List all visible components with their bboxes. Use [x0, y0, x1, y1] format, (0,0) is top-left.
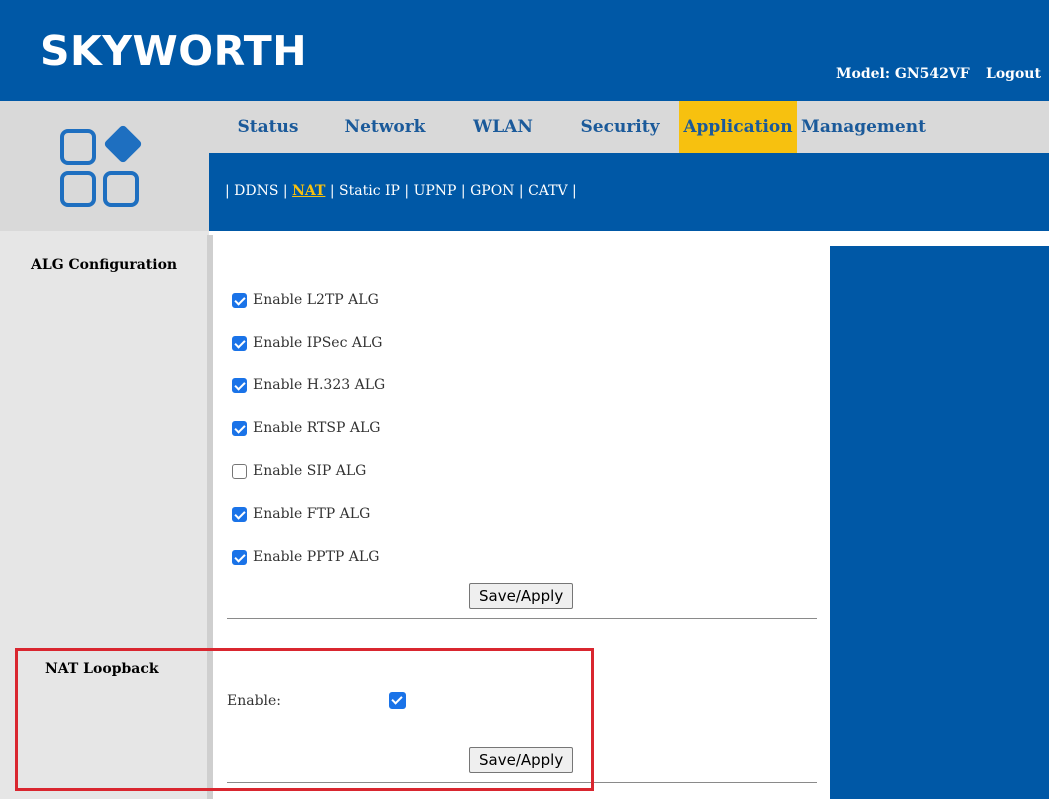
- alg-l2tp-row: Enable L2TP ALG: [232, 290, 379, 310]
- skyworth-logo: SKYWORTH: [40, 27, 308, 75]
- alg-ftp-row: Enable FTP ALG: [232, 504, 370, 524]
- app-grid-icon: [60, 125, 142, 207]
- nav-status[interactable]: Status: [219, 101, 317, 153]
- model-label: Model: GN542VF: [836, 66, 970, 82]
- ftp-alg-label: Enable FTP ALG: [253, 506, 371, 522]
- alg-h323-row: Enable H.323 ALG: [232, 375, 385, 395]
- pptp-alg-label: Enable PPTP ALG: [253, 549, 380, 565]
- nav-wlan[interactable]: WLAN: [454, 101, 552, 153]
- sip-alg-checkbox[interactable]: [232, 463, 247, 479]
- ftp-alg-checkbox[interactable]: [232, 506, 247, 522]
- ipsec-alg-label: Enable IPSec ALG: [253, 335, 383, 351]
- pptp-alg-checkbox[interactable]: [232, 549, 247, 565]
- alg-pptp-row: Enable PPTP ALG: [232, 547, 379, 567]
- header-bar: SKYWORTH Model: GN542VF Logout: [0, 0, 1049, 101]
- rtsp-alg-checkbox[interactable]: [232, 420, 247, 436]
- h323-alg-label: Enable H.323 ALG: [253, 377, 386, 393]
- nav-management[interactable]: Management: [801, 101, 926, 153]
- alg-section-title: ALG Configuration: [31, 257, 178, 273]
- rtsp-alg-label: Enable RTSP ALG: [253, 420, 381, 436]
- highlight-box: [15, 648, 594, 791]
- sip-alg-label: Enable SIP ALG: [253, 463, 367, 479]
- sub-nav: | DDNS | NAT | Static IP | UPNP | GPON |…: [209, 153, 1049, 231]
- alg-sip-row: Enable SIP ALG: [232, 461, 366, 481]
- alg-save-button[interactable]: Save/Apply: [469, 583, 574, 609]
- alg-divider: [227, 618, 817, 619]
- l2tp-alg-checkbox[interactable]: [232, 292, 247, 308]
- subnav-ddns[interactable]: DDNS: [234, 183, 278, 199]
- nav-network[interactable]: Network: [335, 101, 435, 153]
- content-top-strip: [209, 231, 1049, 246]
- subnav-static-ip[interactable]: Static IP: [339, 183, 400, 199]
- main-nav: Status Network WLAN Security Application…: [209, 101, 1049, 153]
- l2tp-alg-label: Enable L2TP ALG: [253, 292, 379, 308]
- logo-area: [0, 101, 209, 231]
- sub-nav-links: | DDNS | NAT | Static IP | UPNP | GPON |…: [225, 183, 577, 199]
- nav-application[interactable]: Application: [679, 101, 797, 153]
- ipsec-alg-checkbox[interactable]: [232, 335, 247, 351]
- subnav-gpon[interactable]: GPON: [470, 183, 514, 199]
- right-sidebar: [830, 246, 1049, 799]
- logout-link[interactable]: Logout: [986, 66, 1041, 82]
- h323-alg-checkbox[interactable]: [232, 377, 247, 393]
- subnav-catv[interactable]: CATV: [528, 183, 568, 199]
- subnav-nat[interactable]: NAT: [292, 183, 325, 199]
- alg-ipsec-row: Enable IPSec ALG: [232, 333, 382, 353]
- alg-rtsp-row: Enable RTSP ALG: [232, 418, 380, 438]
- nav-security[interactable]: Security: [571, 101, 669, 153]
- subnav-upnp[interactable]: UPNP: [414, 183, 457, 199]
